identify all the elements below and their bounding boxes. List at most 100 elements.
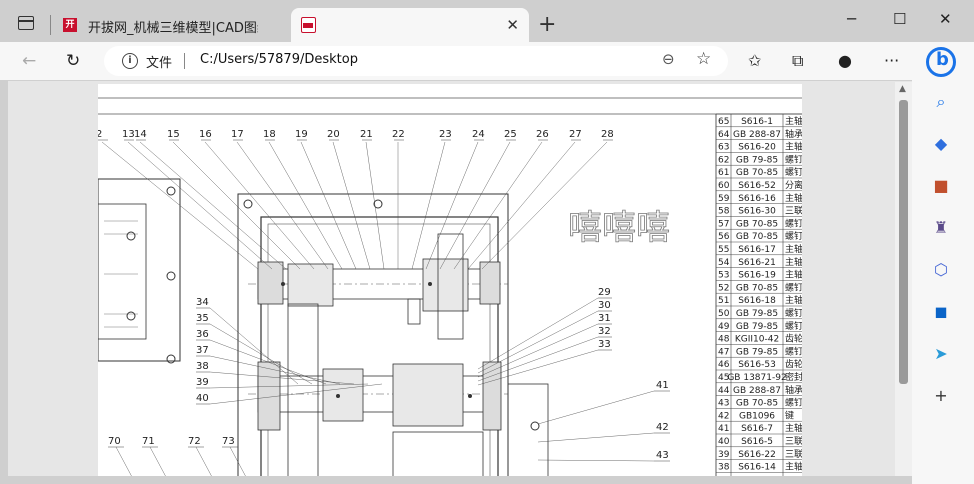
table-cell-name: 分离	[785, 179, 802, 191]
close-tab-icon[interactable]: ✕	[506, 16, 519, 34]
collections-icon[interactable]: ⧉	[792, 51, 803, 71]
table-cell-code: GB 70-85	[736, 168, 778, 178]
search-icon[interactable]: ⌕	[931, 92, 951, 112]
table-cell-code: S616-30	[738, 207, 776, 217]
table-cell-name: 螺钉	[785, 308, 802, 319]
games-chess-icon[interactable]: ♜	[931, 218, 951, 238]
refresh-button[interactable]: ↻	[66, 51, 80, 71]
table-cell-number: 43	[718, 399, 729, 409]
tools-briefcase-icon[interactable]: ■	[931, 176, 951, 196]
table-cell-code: GB 70-85	[736, 232, 778, 242]
info-icon[interactable]: i	[122, 53, 138, 69]
tab-bar: 开 开拔网_机械三维模型|CAD图纸|3D ✕ + ─ ☐ ✕	[0, 0, 974, 42]
vertical-scrollbar[interactable]: ▲	[895, 82, 912, 476]
table-cell-name: 齿轮	[785, 333, 802, 345]
parts-table: 65 S616-1 主轴64 GB 288-87 轴承63 S616-20 主轴62 GB 7…	[716, 113, 802, 477]
zoom-out-icon[interactable]: ⊖	[662, 50, 675, 68]
table-cell-name: 三联	[785, 449, 802, 460]
callout-label: 43	[656, 450, 669, 461]
table-cell-code: GB 70-85	[736, 219, 778, 229]
callout-label: 39	[196, 377, 209, 388]
table-cell-code: S616-16	[738, 194, 776, 204]
table-cell-number: 49	[718, 322, 730, 332]
table-cell-code: GB 288-87	[733, 130, 781, 140]
minimize-button[interactable]: ─	[847, 10, 856, 28]
maximize-button[interactable]: ☐	[893, 10, 906, 28]
table-cell-code: S616-17	[738, 245, 776, 255]
callout-label: 25	[504, 129, 517, 140]
table-cell-number: 39	[718, 450, 730, 460]
table-cell-name: 三联	[785, 436, 802, 447]
table-cell-code: S616-18	[738, 296, 776, 306]
tab-actions-icon[interactable]	[18, 16, 34, 30]
send-telegram-icon[interactable]: ➤	[931, 344, 951, 364]
table-cell-number: 47	[718, 347, 729, 357]
table-cell-code: S616-14	[738, 463, 776, 473]
table-cell-name: 齿轮	[785, 358, 802, 370]
callout-label: 13	[122, 129, 135, 140]
more-options-icon[interactable]: ···	[884, 51, 899, 70]
table-cell-name: 螺钉	[785, 282, 802, 293]
favorites-icon[interactable]: ✩	[748, 51, 761, 70]
table-cell-name: 螺钉	[785, 231, 802, 242]
profile-icon[interactable]: ●	[838, 51, 852, 70]
add-sidebar-app-icon[interactable]: +	[931, 386, 951, 406]
table-cell-number: 60	[718, 181, 730, 191]
back-button[interactable]: ←	[22, 51, 36, 71]
scroll-up-icon[interactable]: ▲	[899, 84, 906, 94]
callout-label: 27	[569, 129, 582, 140]
table-cell-number: 56	[718, 232, 730, 242]
callout-label: 16	[199, 129, 212, 140]
tab-pdf-active[interactable]: ✕	[291, 8, 529, 42]
scroll-thumb[interactable]	[899, 100, 908, 384]
address-bar[interactable]: i 文件 C:/Users/57879/Desktop ⊖ ☆	[104, 46, 728, 76]
table-cell-code: S616-21	[738, 258, 776, 268]
table-cell-name: 螺钉	[785, 321, 802, 332]
table-cell-name: 密封	[785, 371, 802, 383]
microsoft365-icon[interactable]: ⬡	[931, 260, 951, 280]
bing-copilot-icon[interactable]	[926, 47, 956, 77]
callout-label: 38	[196, 361, 209, 372]
watermark-text: 嘻嘻嘻	[568, 208, 670, 248]
table-cell-name: 主轴	[785, 461, 802, 473]
outlook-icon[interactable]: ◼	[931, 302, 951, 322]
callout-label: 24	[472, 129, 485, 140]
callout-label: 41	[656, 380, 669, 391]
add-favorite-icon[interactable]: ☆	[696, 49, 711, 69]
callout-label: 19	[295, 129, 308, 140]
table-cell-name: 螺钉	[785, 346, 802, 357]
table-cell-number: 54	[718, 258, 730, 268]
close-window-button[interactable]: ✕	[939, 10, 952, 28]
table-cell-code: GB 79-85	[736, 155, 778, 165]
callout-label: 35	[196, 313, 209, 324]
table-cell-code: GB 288-87	[733, 386, 781, 396]
address-separator	[184, 53, 185, 69]
shopping-tag-icon[interactable]: ◆	[931, 134, 951, 154]
tab-kaiba-cad[interactable]: 开 开拔网_机械三维模型|CAD图纸|3D	[54, 8, 288, 42]
callout-label: 20	[327, 129, 340, 140]
table-cell-number: 38	[718, 463, 730, 473]
callout-label: 21	[360, 129, 373, 140]
table-cell-code: GB1096	[739, 411, 775, 421]
url-text[interactable]: C:/Users/57879/Desktop	[200, 52, 358, 67]
table-cell-code: S616-7	[741, 424, 773, 434]
callout-label: 34	[196, 297, 209, 308]
table-cell-code: S616-53	[738, 360, 776, 370]
table-cell-number: 40	[718, 437, 730, 447]
callout-label: 40	[196, 393, 209, 404]
new-tab-button[interactable]: +	[538, 12, 556, 37]
callout-label: 71	[142, 436, 155, 447]
callout-label: 23	[439, 129, 452, 140]
window-bottom-edge	[0, 476, 912, 484]
table-cell-name: 键	[785, 409, 794, 421]
cad-drawing: 嘻嘻嘻 2 13 14 15 16 17 18 19 20 21 22 23 2…	[98, 97, 802, 477]
table-cell-number: 44	[718, 386, 730, 396]
callout-label: 17	[231, 129, 244, 140]
callout-label: 22	[392, 129, 405, 140]
table-cell-name: 三联	[785, 206, 802, 217]
table-cell-number: 63	[718, 143, 729, 153]
table-cell-name: 主轴	[785, 269, 802, 281]
table-cell-number: 55	[718, 245, 729, 255]
kaiba-favicon-icon: 开	[63, 18, 77, 32]
address-toolbar: ← ↻ i 文件 C:/Users/57879/Desktop ⊖ ☆ ✩ ⧉ …	[0, 42, 974, 80]
